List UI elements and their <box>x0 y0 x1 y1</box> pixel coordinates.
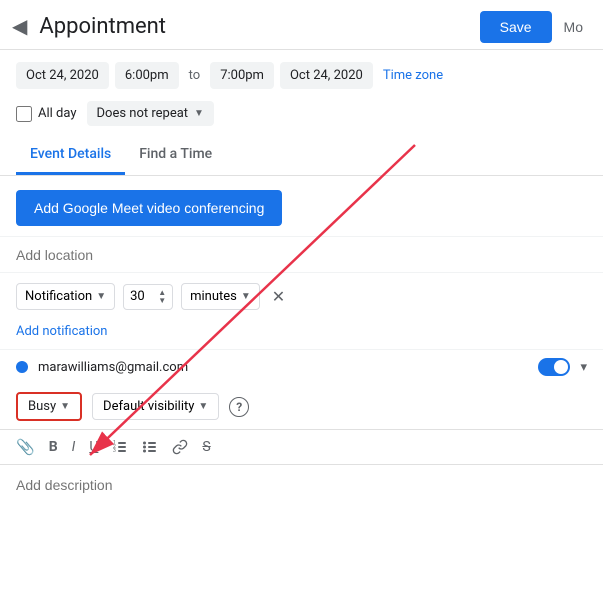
repeat-label: Does not repeat <box>97 106 189 121</box>
italic-icon[interactable]: I <box>72 439 76 455</box>
datetime-row: Oct 24, 2020 6:00pm to 7:00pm Oct 24, 20… <box>0 50 603 97</box>
to-label: to <box>185 68 205 83</box>
strikethrough-icon[interactable]: S <box>202 439 210 455</box>
notification-value-field[interactable]: 30 ▲ ▼ <box>123 284 173 310</box>
allday-wrapper: All day <box>16 106 77 122</box>
location-input[interactable] <box>16 247 587 263</box>
notification-row: Notification ▼ 30 ▲ ▼ minutes ▼ ✕ <box>0 273 603 320</box>
visibility-select[interactable]: Default visibility ▼ <box>92 393 219 420</box>
help-icon[interactable]: ? <box>229 397 249 417</box>
calendar-email: marawilliams@gmail.com <box>38 360 528 375</box>
save-button[interactable]: Save <box>480 11 552 43</box>
link-icon[interactable] <box>172 439 188 455</box>
more-button[interactable]: Mo <box>560 11 587 43</box>
notification-type-label: Notification <box>25 289 92 304</box>
timezone-label[interactable]: Time zone <box>383 68 443 83</box>
visibility-chevron-icon: ▼ <box>198 401 208 412</box>
tabs-bar: Event Details Find a Time <box>0 136 603 176</box>
spinner-down-button[interactable]: ▼ <box>158 297 166 305</box>
calendar-toggle[interactable] <box>538 358 570 376</box>
busy-chevron-icon: ▼ <box>60 401 70 412</box>
calendar-dropdown-chevron-icon: ▾ <box>580 360 587 375</box>
options-row: All day Does not repeat ▼ <box>0 97 603 136</box>
repeat-chevron-icon: ▼ <box>194 108 204 119</box>
bold-icon[interactable]: B <box>49 439 58 455</box>
text-toolbar: 📎 B I U 1 2 3 <box>0 429 603 465</box>
description-row <box>0 465 603 504</box>
add-notification-link[interactable]: Add notification <box>0 320 603 349</box>
visibility-label: Default visibility <box>103 399 194 414</box>
calendar-color-icon <box>16 361 28 373</box>
busy-label: Busy <box>28 399 56 414</box>
tab-event-details[interactable]: Event Details <box>16 136 125 175</box>
ordered-list-icon[interactable]: 1 2 3 <box>112 439 128 455</box>
add-meet-button[interactable]: Add Google Meet video conferencing <box>16 190 282 226</box>
notification-type-select[interactable]: Notification ▼ <box>16 283 115 310</box>
number-spinners: ▲ ▼ <box>158 289 166 305</box>
notification-unit-label: minutes <box>190 289 237 304</box>
location-row <box>0 236 603 273</box>
notification-remove-icon[interactable]: ✕ <box>272 287 285 306</box>
underline-icon[interactable]: U <box>89 439 98 455</box>
content-area: Add Google Meet video conferencing Notif… <box>0 176 603 504</box>
calendar-row: marawilliams@gmail.com ▾ <box>0 349 603 384</box>
tab-find-a-time[interactable]: Find a Time <box>125 136 226 175</box>
allday-checkbox[interactable] <box>16 106 32 122</box>
unordered-list-icon[interactable] <box>142 439 158 455</box>
description-input[interactable] <box>16 477 587 493</box>
allday-label: All day <box>38 106 77 121</box>
meet-button-row: Add Google Meet video conferencing <box>0 176 603 236</box>
header: ◀ Appointment Save Mo <box>0 0 603 50</box>
calendar-dropdown[interactable]: ▾ <box>580 360 587 375</box>
page-title: Appointment <box>39 14 479 39</box>
notification-type-chevron-icon: ▼ <box>96 291 106 302</box>
notification-unit-select[interactable]: minutes ▼ <box>181 283 260 310</box>
notification-unit-chevron-icon: ▼ <box>241 291 251 302</box>
back-button[interactable]: ◀ <box>8 10 31 43</box>
notification-value: 30 <box>130 289 145 304</box>
status-row: Busy ▼ Default visibility ▼ ? <box>0 384 603 429</box>
svg-text:3: 3 <box>113 448 116 454</box>
end-date-chip[interactable]: Oct 24, 2020 <box>280 62 373 89</box>
end-time-chip[interactable]: 7:00pm <box>210 62 274 89</box>
repeat-select[interactable]: Does not repeat ▼ <box>87 101 214 126</box>
attachment-icon[interactable]: 📎 <box>16 438 35 456</box>
busy-select[interactable]: Busy ▼ <box>16 392 82 421</box>
start-time-chip[interactable]: 6:00pm <box>115 62 179 89</box>
start-date-chip[interactable]: Oct 24, 2020 <box>16 62 109 89</box>
